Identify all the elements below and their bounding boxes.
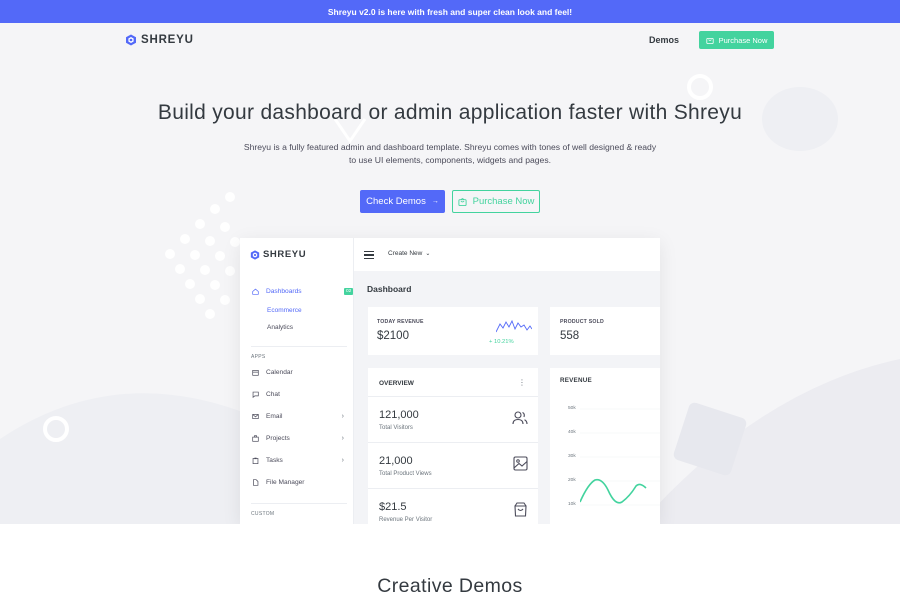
sidebar-item-calendar[interactable]: Calendar (252, 369, 344, 376)
calendar-icon (252, 370, 259, 376)
sidebar-subitem-ecommerce[interactable]: Ecommerce (267, 307, 302, 314)
hero-description: Shreyu is a fully featured admin and das… (243, 142, 657, 165)
chevron-down-icon: ⌄ (425, 251, 431, 257)
overview-row: 21,000 Total Product Views (368, 442, 538, 488)
dashboard-title: Dashboard (367, 284, 412, 294)
revenue-title: REVENUE (560, 377, 592, 384)
create-new-label: Create New (388, 250, 423, 257)
sidebar-item-label: Dashboards (266, 288, 302, 295)
nav-demos-link[interactable]: Demos (649, 35, 679, 45)
revenue-card: REVENUE 50k 40k 30k 20k 10k (550, 368, 660, 524)
dashboards-badge: 02 (344, 288, 354, 295)
product-sold-card: PRODUCT SOLD 558 (550, 307, 660, 355)
today-revenue-value: $2100 (377, 330, 409, 342)
create-new-dropdown[interactable]: Create New ⌄ (388, 250, 430, 257)
dashboard-preview: SHREYU Dashboards 02 Ecommerce Analytics… (240, 238, 660, 524)
navbar: SHREYU Demos Purchase Now (0, 23, 900, 59)
sidebar-item-chat[interactable]: Chat (252, 391, 344, 398)
purchase-now-hero-label: Purchase Now (472, 196, 535, 207)
chevron-right-icon: › (341, 457, 344, 464)
purchase-now-nav-label: Purchase Now (718, 35, 768, 45)
menu-icon[interactable] (364, 251, 374, 259)
overview-label: Total Product Views (379, 471, 432, 477)
overview-row: 121,000 Total Visitors (368, 396, 538, 442)
revenue-tick: 50k (568, 406, 576, 411)
overview-card: OVERVIEW ⋮ 121,000 Total Visitors 21,000… (368, 368, 538, 524)
revenue-growth: + 10.21% (489, 339, 514, 345)
sidebar-item-label: Email (266, 413, 283, 420)
purchase-now-hero-button[interactable]: Purchase Now (452, 190, 540, 213)
sidebar-item-label: Tasks (266, 457, 283, 464)
bag-icon (458, 198, 467, 206)
arrow-right-icon: → (431, 198, 439, 205)
sidebar-subitem-analytics[interactable]: Analytics (267, 324, 293, 331)
overview-label: Total Visitors (379, 425, 413, 431)
logo-icon (126, 34, 136, 46)
sidebar-heading-apps: APPS (251, 354, 266, 360)
sidebar-item-projects[interactable]: Projects › (252, 435, 344, 442)
product-sold-label: PRODUCT SOLD (560, 319, 604, 325)
today-revenue-card: TODAY REVENUE $2100 + 10.21% (368, 307, 538, 355)
logo[interactable]: SHREYU (125, 34, 194, 46)
announcement-bar: Shreyu v2.0 is here with fresh and super… (0, 0, 900, 23)
overview-value: $21.5 (379, 501, 407, 513)
revenue-tick: 40k (568, 430, 576, 435)
sidebar-divider (251, 503, 347, 504)
chevron-right-icon: › (341, 435, 344, 442)
sidebar-item-file-manager[interactable]: File Manager (252, 479, 344, 486)
file-icon (253, 479, 259, 486)
clipboard-icon (252, 457, 259, 464)
preview-sidebar: SHREYU Dashboards 02 Ecommerce Analytics… (240, 238, 354, 524)
home-icon (252, 288, 259, 295)
briefcase-icon (252, 435, 259, 442)
logo-text: SHREYU (141, 34, 194, 46)
purchase-now-nav-button[interactable]: Purchase Now (699, 31, 774, 49)
check-demos-button[interactable]: Check Demos → (360, 190, 445, 213)
revenue-tick: 20k (568, 478, 576, 483)
preview-logo: SHREYU (250, 249, 306, 260)
product-sold-value: 558 (560, 330, 580, 342)
mail-icon (252, 414, 259, 419)
sidebar-heading-custom: CUSTOM (251, 511, 275, 517)
creative-demos-title: Creative Demos (377, 575, 523, 597)
chevron-right-icon: › (341, 413, 344, 420)
revenue-sparkline (496, 319, 532, 333)
revenue-line-chart (580, 408, 660, 506)
announcement-text: Shreyu v2.0 is here with fresh and super… (327, 6, 573, 17)
revenue-tick: 30k (568, 454, 576, 459)
sidebar-item-label: Chat (266, 391, 280, 398)
sidebar-item-label: Calendar (266, 369, 293, 376)
users-icon (512, 411, 528, 425)
chat-icon (252, 391, 259, 398)
sidebar-item-email[interactable]: Email › (252, 413, 344, 420)
overview-value: 121,000 (379, 409, 419, 421)
preview-topbar: Create New ⌄ (354, 238, 660, 271)
logo-icon (250, 249, 260, 260)
sidebar-divider (251, 346, 347, 347)
shopping-bag-icon (514, 502, 527, 517)
image-icon (513, 456, 528, 471)
sidebar-item-dashboards[interactable]: Dashboards 02 (252, 288, 354, 295)
today-revenue-label: TODAY REVENUE (377, 319, 424, 325)
overview-title: OVERVIEW (379, 380, 414, 387)
sidebar-item-label: Projects (266, 435, 290, 442)
check-demos-label: Check Demos (366, 196, 426, 207)
more-vertical-icon[interactable]: ⋮ (518, 378, 526, 387)
preview-logo-text: SHREYU (263, 249, 307, 260)
creative-demos-section: Creative Demos (0, 524, 900, 600)
overview-label: Revenue Per Visitor (379, 517, 433, 523)
bag-icon (706, 38, 714, 44)
hero-title: Build your dashboard or admin applicatio… (157, 101, 743, 124)
sidebar-item-tasks[interactable]: Tasks › (252, 457, 344, 464)
overview-value: 21,000 (379, 455, 413, 467)
overview-row: $21.5 Revenue Per Visitor (368, 488, 538, 524)
sidebar-item-label: File Manager (266, 479, 305, 486)
revenue-tick: 10k (568, 502, 576, 507)
